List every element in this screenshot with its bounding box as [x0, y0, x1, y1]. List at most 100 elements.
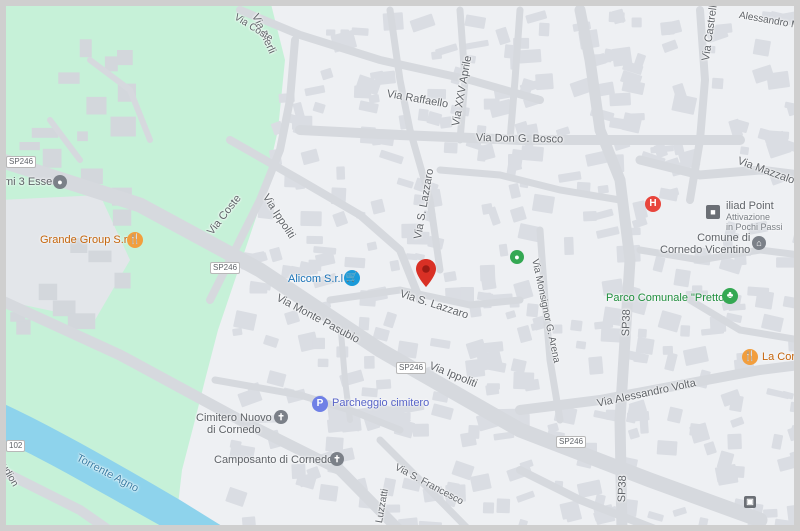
restaurant-icon[interactable]: 🍴 [127, 232, 143, 248]
building [727, 433, 742, 450]
street-label: Via Don G. Bosco [475, 132, 564, 146]
road-shield: SP246 [6, 156, 37, 168]
building [374, 70, 396, 86]
building [114, 272, 131, 289]
building [633, 353, 647, 364]
building [563, 236, 574, 256]
street-label: SP38 [616, 475, 629, 503]
building [482, 502, 495, 514]
building [412, 423, 430, 437]
building [443, 142, 458, 154]
building [317, 358, 329, 368]
building [361, 387, 378, 398]
building [776, 257, 797, 268]
building [485, 383, 500, 396]
building [117, 50, 133, 66]
building [19, 142, 40, 151]
building [608, 11, 625, 23]
building [531, 193, 555, 214]
building [475, 341, 485, 351]
map-canvas[interactable]: SP246 SP246 SP246 SP246 102 Via Merli Vi… [0, 0, 800, 531]
building [711, 77, 724, 90]
road-shield: 102 [6, 440, 26, 452]
building [42, 148, 62, 168]
building [728, 303, 746, 311]
poi-label[interactable]: Grande Group S.r.l [40, 234, 132, 246]
building [673, 268, 691, 288]
road-shield: SP246 [210, 262, 241, 274]
poi-label[interactable]: iliad Point [726, 200, 774, 212]
building [570, 319, 583, 332]
restaurant-icon[interactable]: 🍴 [742, 349, 758, 365]
tree-icon[interactable]: ♣ [722, 288, 738, 304]
building [520, 145, 544, 162]
bus-icon[interactable]: ▣ [744, 496, 756, 508]
building [312, 337, 325, 350]
building [789, 401, 800, 414]
poi-label[interactable]: La Cor [762, 351, 795, 363]
poi-label[interactable]: Cimitero Nuovo di Cornedo [196, 412, 272, 436]
building [241, 516, 257, 531]
building [86, 96, 107, 115]
building [596, 524, 608, 531]
cemetery-icon[interactable]: ✝ [330, 452, 344, 466]
building [418, 520, 442, 531]
building [468, 424, 480, 439]
store-icon[interactable]: ■ [706, 205, 720, 219]
building [77, 131, 88, 142]
building [58, 72, 80, 84]
building [351, 27, 369, 36]
building [364, 355, 375, 369]
building [481, 276, 497, 291]
poi-label[interactable]: Parco Comunale "Pretto" [606, 292, 728, 304]
building [611, 46, 633, 67]
building [680, 325, 691, 337]
street-label: SP38 [620, 309, 633, 337]
building [754, 290, 775, 310]
building [609, 92, 631, 107]
building [538, 22, 550, 37]
building [766, 70, 791, 90]
building [300, 211, 322, 227]
building [38, 283, 58, 301]
location-pin-icon[interactable] [415, 258, 437, 288]
building [232, 327, 243, 337]
poi-label[interactable]: mi 3 Esse [4, 176, 52, 188]
park-pin-icon[interactable]: ● [510, 250, 524, 264]
shopping-cart-icon[interactable]: 🛒 [344, 270, 360, 286]
building [110, 116, 136, 137]
building [518, 49, 542, 64]
building [67, 313, 96, 330]
business-pin-icon[interactable]: ● [53, 175, 67, 189]
building [597, 185, 609, 194]
building [526, 303, 539, 318]
building [417, 108, 429, 122]
poi-label[interactable]: Comune di Cornedo Vicentino [660, 232, 750, 256]
building [88, 250, 112, 263]
building [600, 327, 622, 343]
poi-label[interactable]: Alicom S.r.l [288, 273, 343, 285]
building [326, 29, 336, 36]
cemetery-icon[interactable]: ✝ [274, 410, 288, 424]
parking-icon[interactable]: P [312, 396, 328, 412]
building [739, 146, 750, 156]
road-shield: SP246 [396, 362, 427, 374]
road-shield: SP246 [556, 436, 587, 448]
building [336, 166, 346, 180]
hospital-icon[interactable]: H [645, 196, 661, 212]
poi-label[interactable]: Parcheggio cimitero [332, 397, 429, 409]
building [344, 256, 366, 269]
building [318, 484, 339, 502]
building [637, 328, 647, 338]
building [306, 235, 323, 245]
building [375, 379, 392, 390]
building [498, 243, 509, 257]
building [249, 286, 268, 294]
building [79, 39, 92, 58]
poi-sublabel: Attivazione in Pochi Passi [726, 212, 783, 232]
poi-label[interactable]: Camposanto di Cornedo [214, 454, 333, 466]
building [582, 210, 597, 222]
town-hall-icon[interactable]: ⌂ [752, 236, 766, 250]
building [656, 440, 678, 456]
building [752, 38, 771, 57]
